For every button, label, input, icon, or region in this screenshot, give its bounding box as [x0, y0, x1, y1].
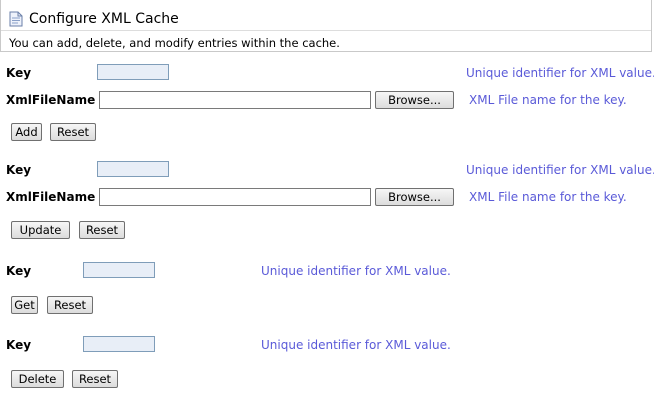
get-reset-button[interactable]: Reset: [47, 296, 93, 314]
get-key-hint: Unique identifier for XML value.: [261, 264, 451, 278]
add-reset-button[interactable]: Reset: [50, 123, 96, 141]
delete-key-input[interactable]: [83, 336, 155, 352]
update-key-label: Key: [6, 163, 32, 177]
title-row: Configure XML Cache: [9, 9, 179, 29]
delete-reset-button[interactable]: Reset: [72, 370, 118, 388]
get-key-label: Key: [6, 264, 32, 278]
update-reset-button[interactable]: Reset: [79, 221, 125, 239]
update-file-label: XmlFileName: [6, 190, 96, 204]
update-key-input[interactable]: [97, 161, 169, 177]
get-key-input[interactable]: [83, 262, 155, 278]
update-file-hint: XML File name for the key.: [469, 190, 627, 204]
delete-key-hint: Unique identifier for XML value.: [261, 338, 451, 352]
get-button[interactable]: Get: [11, 296, 38, 314]
document-icon: [9, 11, 23, 27]
page-header: Configure XML Cache You can add, delete,…: [0, 0, 652, 52]
add-key-label: Key: [6, 66, 32, 80]
add-button[interactable]: Add: [11, 123, 42, 141]
add-file-label: XmlFileName: [6, 93, 96, 107]
add-key-input[interactable]: [97, 64, 169, 80]
page-title: Configure XML Cache: [29, 11, 179, 27]
update-key-hint: Unique identifier for XML value.: [466, 163, 654, 177]
header-divider: [1, 30, 651, 31]
page-description: You can add, delete, and modify entries …: [9, 36, 340, 50]
add-browse-button[interactable]: Browse...: [375, 91, 454, 109]
update-button[interactable]: Update: [11, 221, 70, 239]
add-file-hint: XML File name for the key.: [469, 93, 627, 107]
add-key-hint: Unique identifier for XML value.: [466, 66, 654, 80]
update-file-input[interactable]: [99, 188, 371, 206]
add-file-input[interactable]: [99, 91, 371, 109]
delete-button[interactable]: Delete: [11, 370, 64, 388]
delete-key-label: Key: [6, 338, 32, 352]
update-browse-button[interactable]: Browse...: [375, 188, 454, 206]
